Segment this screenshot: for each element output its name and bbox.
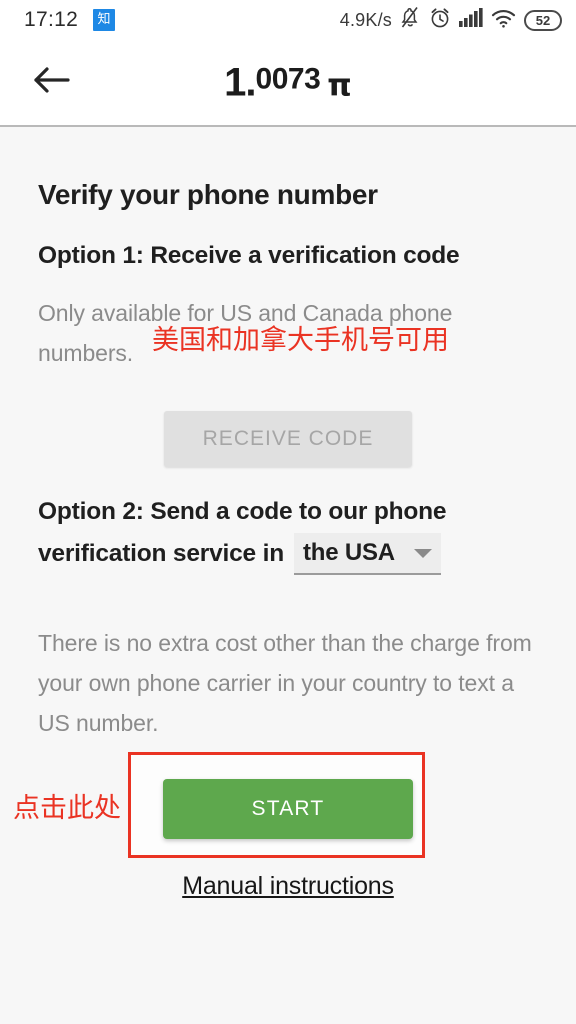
battery-level-label: 52 — [535, 12, 551, 28]
option1-heading: Option 1: Receive a verification code — [38, 242, 460, 269]
pi-symbol-icon: π — [327, 67, 352, 103]
manual-instructions-link[interactable]: Manual instructions — [0, 872, 576, 901]
receive-code-row: RECEIVE CODE — [38, 373, 538, 467]
zhihu-app-badge-icon: 知 — [93, 9, 116, 31]
signal-bars-icon — [459, 7, 483, 33]
country-select-value: the USA — [302, 539, 395, 566]
status-clock: 17:12 — [24, 8, 79, 31]
status-bar: 17:12 知 4.9K/s 52 — [0, 0, 576, 40]
status-indicators: 4.9K/s 52 — [340, 6, 562, 34]
start-button[interactable]: START — [163, 779, 413, 839]
app-screen: 17:12 知 4.9K/s 52 1.0073 π Verify your p… — [0, 0, 576, 1024]
app-bar: 1.0073 π — [0, 40, 576, 127]
network-speed-label: 4.9K/s — [339, 9, 392, 30]
title-decimals: 0073 — [255, 62, 321, 95]
option2-heading-line2-row: verification service in the USA — [38, 533, 538, 575]
country-select[interactable]: the USA — [293, 533, 441, 575]
annotation-us-canada: 美国和加拿大手机号可用 — [152, 325, 449, 356]
receive-code-button[interactable]: RECEIVE CODE — [164, 411, 412, 467]
battery-icon: 52 — [524, 9, 562, 31]
alarm-clock-icon — [429, 7, 451, 34]
title-integer: 1. — [224, 60, 256, 104]
bell-muted-icon — [400, 6, 421, 34]
option2-heading-line2: verification service in — [38, 540, 284, 567]
chevron-down-icon — [413, 548, 432, 558]
annotation-click-here: 点击此处 — [13, 793, 121, 824]
page-title-toolbar: 1.0073 π — [0, 60, 576, 105]
wifi-icon — [491, 8, 516, 33]
option2-heading-line1: Option 2: Send a code to our phone — [38, 498, 447, 525]
option2-note: There is no extra cost other than the ch… — [38, 630, 532, 736]
page-title: Verify your phone number — [38, 179, 378, 210]
